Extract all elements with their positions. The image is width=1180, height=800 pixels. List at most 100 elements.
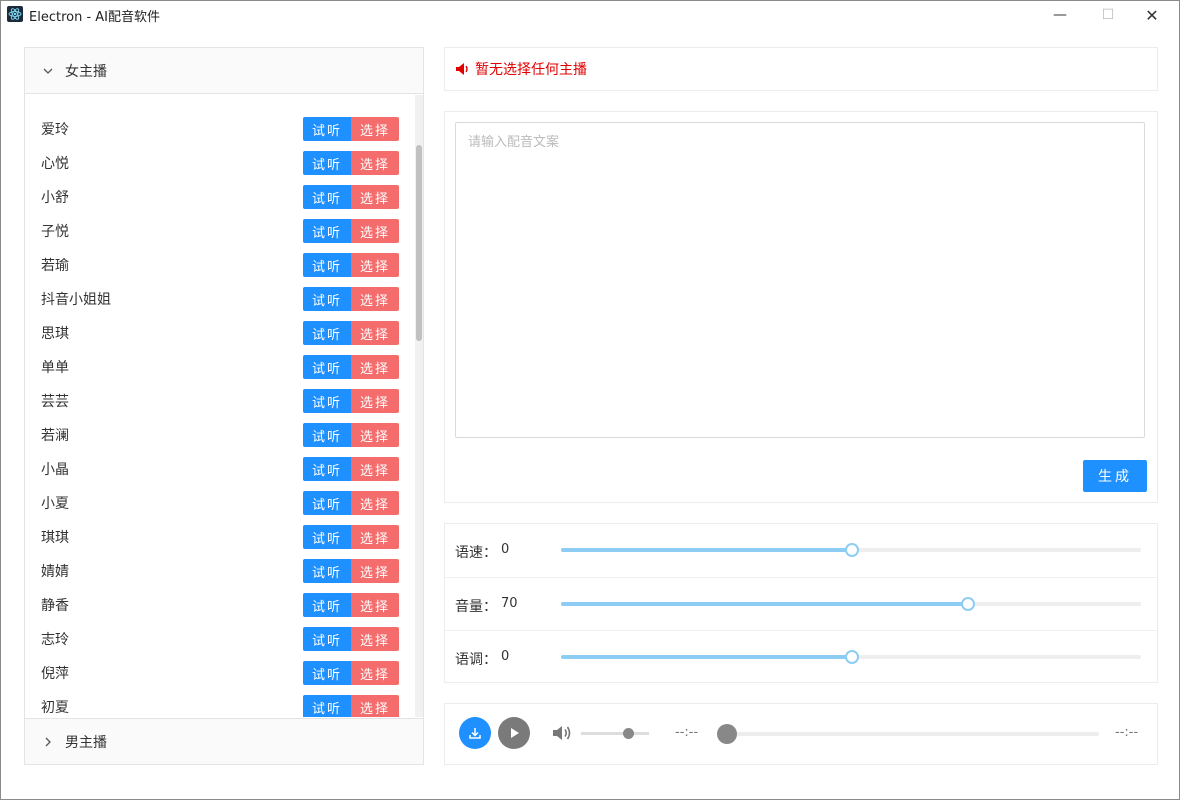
slider-label: 语速：	[455, 545, 497, 561]
female-anchor-list: 爱玲 试听 选择 心悦 试听 选择 小舒 试听 选择 子悦 试听 选择 若瑜 试听 选择 抖音小姐姐 试听 选择思…	[25, 95, 423, 717]
anchor-row: 单单 试听 选择	[41, 353, 399, 379]
anchor-name: 小晶	[41, 462, 69, 478]
select-button[interactable]: 选择	[351, 355, 399, 379]
anchor-name: 子悦	[41, 224, 69, 240]
playback-progress[interactable]	[717, 724, 1099, 744]
listen-button[interactable]: 试听	[303, 151, 351, 175]
listen-button[interactable]: 试听	[303, 627, 351, 651]
select-button[interactable]: 选择	[351, 253, 399, 277]
anchor-row: 若澜 试听 选择	[41, 421, 399, 447]
anchor-name: 心悦	[41, 156, 69, 172]
select-button[interactable]: 选择	[351, 491, 399, 515]
generate-button[interactable]: 生成	[1083, 460, 1147, 492]
listen-button[interactable]: 试听	[303, 661, 351, 685]
select-button[interactable]: 选择	[351, 627, 399, 651]
select-button[interactable]: 选择	[351, 117, 399, 141]
scrollbar-thumb[interactable]	[416, 144, 422, 341]
current-time: --:--	[675, 725, 699, 740]
slider-fill	[561, 548, 851, 552]
listen-button[interactable]: 试听	[303, 355, 351, 379]
close-button[interactable]: ✕	[1129, 1, 1175, 29]
anchor-name: 静香	[41, 598, 69, 614]
minimize-button[interactable]: —	[1037, 1, 1083, 29]
male-group-header[interactable]: 男主播	[25, 718, 423, 764]
anchor-name: 芸芸	[41, 394, 69, 410]
select-button[interactable]: 选择	[351, 151, 399, 175]
volume-slider[interactable]	[581, 728, 649, 739]
listen-button[interactable]: 试听	[303, 117, 351, 141]
select-button[interactable]: 选择	[351, 661, 399, 685]
select-button[interactable]: 选择	[351, 457, 399, 481]
anchor-name: 若瑜	[41, 258, 69, 274]
script-editor-card: 生成	[444, 111, 1158, 503]
volume-knob[interactable]	[622, 728, 634, 739]
anchor-name: 小夏	[41, 496, 69, 512]
anchor-row: 倪萍 试听 选择	[41, 659, 399, 685]
slider-row: 音量： 70	[445, 577, 1157, 630]
select-button[interactable]: 选择	[351, 593, 399, 617]
listen-button[interactable]: 试听	[303, 321, 351, 345]
slider-row: 语速： 0	[445, 524, 1157, 576]
progress-knob[interactable]	[717, 724, 737, 744]
anchor-row: 爱玲 试听 选择	[41, 115, 399, 141]
play-icon	[511, 728, 519, 738]
anchor-row: 若瑜 试听 选择	[41, 251, 399, 277]
listen-button[interactable]: 试听	[303, 457, 351, 481]
maximize-button[interactable]: ☐	[1085, 1, 1131, 29]
anchor-name: 思琪	[41, 326, 69, 342]
setting-slider[interactable]	[561, 597, 1141, 611]
select-button[interactable]: 选择	[351, 423, 399, 447]
volume-fill	[581, 732, 629, 735]
select-button[interactable]: 选择	[351, 559, 399, 583]
slider-fill	[561, 602, 967, 606]
anchor-name: 小舒	[41, 190, 69, 206]
slider-value: 0	[501, 649, 510, 664]
select-button[interactable]: 选择	[351, 525, 399, 549]
audio-player: --:-- --:--	[444, 703, 1158, 765]
male-group-label: 男主播	[65, 734, 107, 751]
listen-button[interactable]: 试听	[303, 559, 351, 583]
window-title: Electron - AI配音软件	[29, 10, 161, 25]
anchor-row: 静香 试听 选择	[41, 591, 399, 617]
volume-icon[interactable]	[551, 723, 573, 743]
anchor-row: 初夏 试听 选择	[41, 693, 399, 717]
anchor-list-scrollbar[interactable]	[415, 95, 423, 717]
slider-thumb[interactable]	[845, 650, 859, 664]
slider-label: 音量：	[455, 599, 497, 615]
setting-slider[interactable]	[561, 543, 1141, 557]
chevron-right-icon	[45, 737, 51, 746]
select-button[interactable]: 选择	[351, 389, 399, 413]
anchor-name: 抖音小姐姐	[41, 292, 111, 308]
anchor-row: 志玲 试听 选择	[41, 625, 399, 651]
select-button[interactable]: 选择	[351, 695, 399, 717]
listen-button[interactable]: 试听	[303, 593, 351, 617]
listen-button[interactable]: 试听	[303, 389, 351, 413]
female-group-header[interactable]: 女主播	[25, 48, 423, 94]
listen-button[interactable]: 试听	[303, 423, 351, 447]
slider-thumb[interactable]	[961, 597, 975, 611]
listen-button[interactable]: 试听	[303, 287, 351, 311]
select-button[interactable]: 选择	[351, 219, 399, 243]
title-bar: Electron - AI配音软件 — ☐ ✕	[1, 1, 1179, 29]
slider-thumb[interactable]	[845, 543, 859, 557]
listen-button[interactable]: 试听	[303, 525, 351, 549]
play-button[interactable]	[498, 717, 530, 749]
listen-button[interactable]: 试听	[303, 185, 351, 209]
select-button[interactable]: 选择	[351, 185, 399, 209]
download-button[interactable]	[459, 717, 491, 749]
select-button[interactable]: 选择	[351, 321, 399, 345]
speaker-icon	[456, 63, 468, 75]
anchor-name: 婧婧	[41, 564, 69, 580]
setting-slider[interactable]	[561, 650, 1141, 664]
listen-button[interactable]: 试听	[303, 491, 351, 515]
script-input[interactable]	[455, 122, 1145, 438]
slider-value: 0	[501, 542, 510, 557]
listen-button[interactable]: 试听	[303, 695, 351, 717]
listen-button[interactable]: 试听	[303, 253, 351, 277]
slider-row: 语调： 0	[445, 630, 1157, 683]
anchor-row: 琪琪 试听 选择	[41, 523, 399, 549]
listen-button[interactable]: 试听	[303, 219, 351, 243]
anchor-panel: 女主播 爱玲 试听 选择 心悦 试听 选择 小舒 试听 选择 子悦 试听 选择 若瑜 试听 选择 抖音小姐姐试…	[24, 47, 424, 765]
anchor-name: 初夏	[41, 700, 69, 716]
select-button[interactable]: 选择	[351, 287, 399, 311]
